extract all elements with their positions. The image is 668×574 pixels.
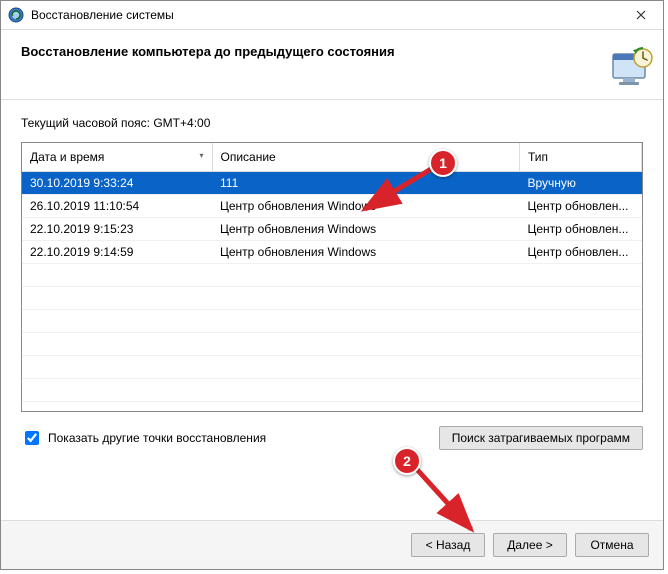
show-more-points-label: Показать другие точки восстановления [48, 431, 266, 445]
below-table-row: Показать другие точки восстановления Пои… [21, 426, 643, 450]
cell-type: Центр обновлен... [520, 241, 642, 264]
cell-description: 111 [212, 172, 520, 195]
restore-points-table[interactable]: Дата и время ▾ Описание Тип 30.10.2019 9… [21, 142, 643, 412]
cell-description: Центр обновления Windows [212, 241, 520, 264]
next-button[interactable]: Далее > [493, 533, 567, 557]
table-row[interactable]: 22.10.2019 9:14:59Центр обновления Windo… [22, 241, 642, 264]
table-row[interactable]: 26.10.2019 11:10:54Центр обновления Wind… [22, 195, 642, 218]
table-row[interactable]: 22.10.2019 9:15:23Центр обновления Windo… [22, 218, 642, 241]
window-title: Восстановление системы [31, 8, 619, 22]
cell-description: Центр обновления Windows [212, 218, 520, 241]
cell-description: Центр обновления Windows [212, 195, 520, 218]
titlebar: Восстановление системы [1, 1, 663, 30]
table-row-empty [22, 287, 642, 310]
table-row-empty [22, 310, 642, 333]
column-type[interactable]: Тип [520, 143, 642, 172]
system-restore-icon [7, 6, 25, 24]
cancel-button[interactable]: Отмена [575, 533, 649, 557]
close-button[interactable] [619, 1, 663, 29]
header-area: Восстановление компьютера до предыдущего… [1, 30, 663, 100]
table-row-empty [22, 264, 642, 287]
table-row-empty [22, 402, 642, 413]
column-description[interactable]: Описание [212, 143, 520, 172]
show-more-points-input[interactable] [25, 431, 39, 445]
table-row-empty [22, 379, 642, 402]
system-restore-window: Восстановление системы Восстановление ко… [0, 0, 664, 570]
cell-datetime: 22.10.2019 9:15:23 [22, 218, 212, 241]
cell-datetime: 22.10.2019 9:14:59 [22, 241, 212, 264]
sort-indicator-icon: ▾ [199, 151, 203, 160]
cell-datetime: 30.10.2019 9:33:24 [22, 172, 212, 195]
wizard-footer: < Назад Далее > Отмена [1, 520, 663, 569]
table-row[interactable]: 30.10.2019 9:33:24111Вручную [22, 172, 642, 195]
content-area: Текущий часовой пояс: GMT+4:00 Дата и вр… [1, 100, 663, 460]
affected-programs-button[interactable]: Поиск затрагиваемых программ [439, 426, 643, 450]
restore-monitor-icon [609, 46, 657, 93]
column-datetime[interactable]: Дата и время ▾ [22, 143, 212, 172]
header-title: Восстановление компьютера до предыдущего… [21, 44, 643, 59]
show-more-points-checkbox[interactable]: Показать другие точки восстановления [21, 428, 439, 448]
cell-type: Вручную [520, 172, 642, 195]
cell-type: Центр обновлен... [520, 218, 642, 241]
table-row-empty [22, 333, 642, 356]
cell-type: Центр обновлен... [520, 195, 642, 218]
cell-datetime: 26.10.2019 11:10:54 [22, 195, 212, 218]
timezone-label: Текущий часовой пояс: GMT+4:00 [21, 116, 643, 130]
back-button[interactable]: < Назад [411, 533, 485, 557]
table-row-empty [22, 356, 642, 379]
